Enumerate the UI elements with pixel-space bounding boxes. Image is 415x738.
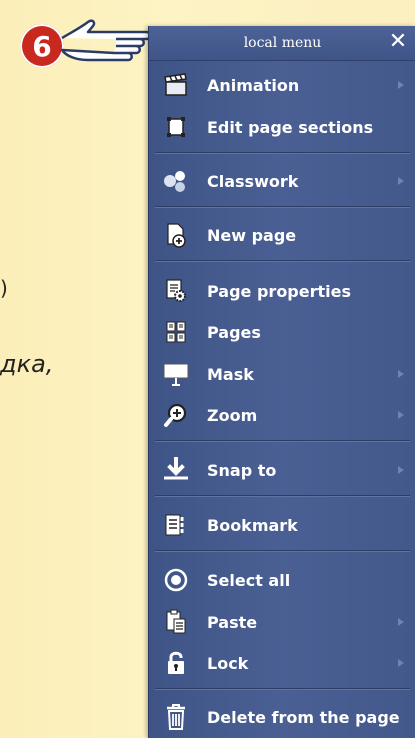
menu-item-mask[interactable]: Mask: [149, 355, 415, 393]
menu-item-classwork[interactable]: Classwork: [149, 162, 415, 200]
menu-item-label: Delete from the page: [207, 707, 400, 727]
menu-header: local menu ✕: [149, 26, 415, 61]
local-menu: local menu ✕ Animation Edit page section…: [148, 26, 415, 738]
menu-item-paste[interactable]: Paste: [149, 603, 415, 641]
menu-item-label: Lock: [207, 653, 249, 673]
submenu-arrow-icon: [398, 618, 404, 626]
trash-icon: [161, 702, 191, 732]
submenu-arrow-icon: [398, 659, 404, 667]
menu-item-label: Select all: [207, 570, 291, 590]
background-paren: ): [0, 276, 8, 300]
menu-divider: [155, 206, 410, 208]
snap-down-icon: [161, 455, 191, 485]
submenu-arrow-icon: [398, 370, 404, 378]
pointing-hand-icon: [60, 19, 152, 62]
background-text: дка,: [0, 350, 54, 378]
menu-item-select-all[interactable]: Select all: [149, 561, 415, 599]
menu-divider: [155, 688, 410, 690]
pages-grid-icon: [161, 317, 191, 347]
menu-title: local menu: [243, 35, 322, 51]
menu-item-label: New page: [207, 225, 297, 245]
menu-item-label: Classwork: [207, 171, 299, 191]
menu-item-snap-to[interactable]: Snap to: [149, 451, 415, 489]
menu-divider: [155, 440, 410, 442]
menu-item-delete-from-page[interactable]: Delete from the page: [149, 698, 415, 736]
menu-item-new-page[interactable]: New page: [149, 216, 415, 254]
menu-item-label: Edit page sections: [207, 117, 374, 137]
menu-item-pages[interactable]: Pages: [149, 313, 415, 351]
select-all-radio-icon: [161, 565, 191, 595]
menu-item-label: Animation: [207, 75, 300, 95]
lock-icon: [161, 648, 191, 678]
menu-item-label: Snap to: [207, 460, 277, 480]
paste-icon: [161, 607, 191, 637]
mask-screen-icon: [161, 359, 191, 389]
new-page-icon: [161, 220, 191, 250]
submenu-arrow-icon: [398, 81, 404, 89]
menu-item-edit-page-sections[interactable]: Edit page sections: [149, 108, 415, 146]
menu-item-label: Zoom: [207, 405, 258, 425]
menu-divider: [155, 260, 410, 262]
menu-item-label: Bookmark: [207, 515, 298, 535]
menu-item-bookmark[interactable]: Bookmark: [149, 506, 415, 544]
close-icon[interactable]: ✕: [386, 30, 410, 54]
menu-divider: [155, 152, 410, 154]
menu-item-label: Mask: [207, 364, 254, 384]
page-gear-icon: [161, 276, 191, 306]
menu-item-lock[interactable]: Lock: [149, 644, 415, 682]
bookmark-icon: [161, 510, 191, 540]
menu-item-label: Pages: [207, 322, 261, 342]
menu-item-label: Page properties: [207, 281, 352, 301]
menu-item-page-properties[interactable]: Page properties: [149, 272, 415, 310]
menu-item-animation[interactable]: Animation: [149, 66, 415, 104]
zoom-icon: [161, 400, 191, 430]
submenu-arrow-icon: [398, 411, 404, 419]
menu-divider: [155, 550, 410, 552]
clapperboard-icon: [161, 70, 191, 100]
molecule-icon: [161, 166, 191, 196]
section-frame-icon: [161, 112, 191, 142]
step-callout: 6: [18, 14, 158, 74]
submenu-arrow-icon: [398, 177, 404, 185]
menu-divider: [155, 495, 410, 497]
menu-item-zoom[interactable]: Zoom: [149, 396, 415, 434]
menu-item-label: Paste: [207, 612, 258, 632]
submenu-arrow-icon: [398, 466, 404, 474]
